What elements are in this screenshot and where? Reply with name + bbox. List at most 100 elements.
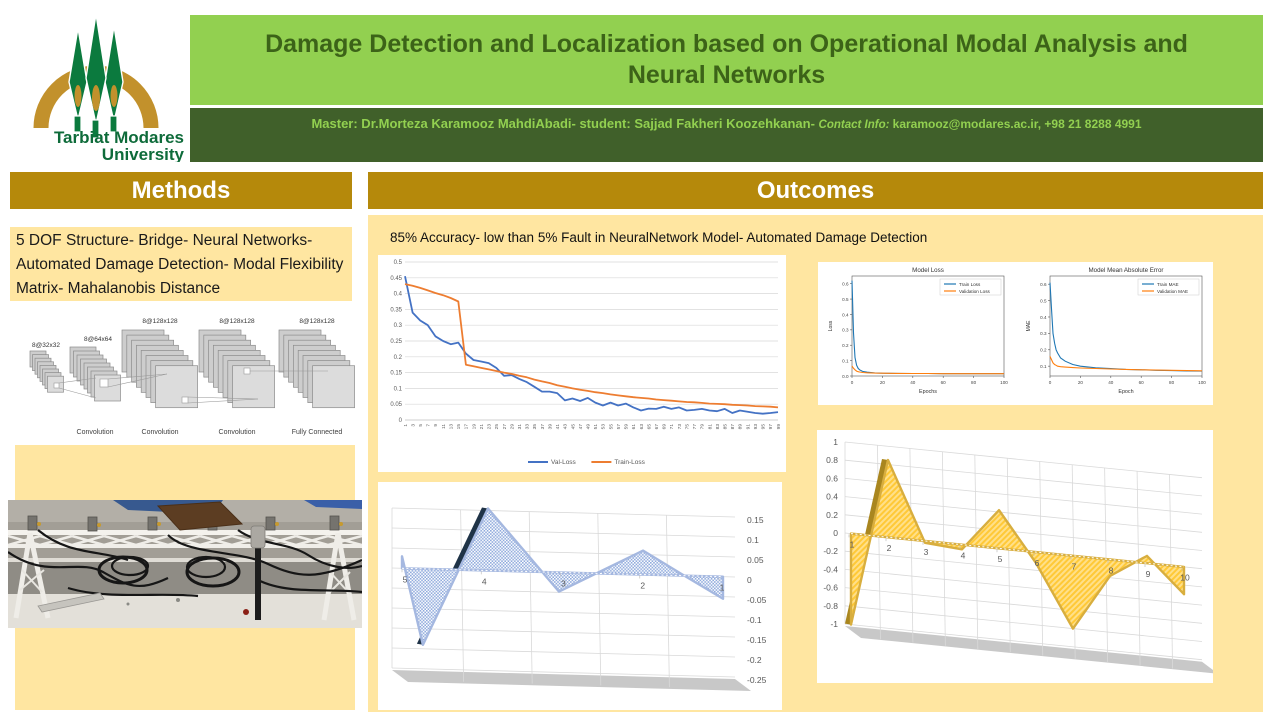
svg-text:0.2: 0.2 [826,510,838,520]
damage-area-chart-gold: 10.80.60.40.20-0.2-0.4-0.6-0.8-112345678… [817,430,1213,683]
svg-text:0.1: 0.1 [842,358,849,363]
svg-text:5: 5 [418,424,424,427]
svg-text:-0.2: -0.2 [823,546,838,556]
svg-text:Validation MAE: Validation MAE [1157,289,1188,294]
svg-text:65: 65 [646,424,652,430]
svg-text:MAE: MAE [1026,320,1032,332]
svg-text:9: 9 [433,424,439,427]
svg-text:43: 43 [563,424,569,430]
svg-text:95: 95 [761,424,767,430]
svg-text:8@64x64: 8@64x64 [84,336,112,343]
logo-text-line2: University [102,145,185,162]
svg-text:81: 81 [707,424,713,430]
svg-text:6: 6 [1035,558,1040,568]
svg-text:60: 60 [1139,380,1145,385]
svg-text:0.05: 0.05 [390,402,402,408]
svg-text:51: 51 [593,424,599,430]
svg-text:0.0: 0.0 [842,374,849,379]
svg-text:0.2: 0.2 [394,355,403,361]
svg-text:60: 60 [941,380,947,385]
svg-text:19: 19 [471,424,477,430]
svg-text:97: 97 [768,424,774,430]
svg-text:Model Mean Absolute Error: Model Mean Absolute Error [1089,267,1164,274]
svg-text:17: 17 [464,424,470,430]
svg-text:0.05: 0.05 [747,555,764,565]
svg-text:13: 13 [448,424,454,430]
svg-text:0: 0 [1049,380,1052,385]
svg-text:61: 61 [631,424,637,430]
svg-text:10: 10 [1180,573,1190,583]
svg-text:0.4: 0.4 [826,492,838,502]
svg-text:-0.8: -0.8 [823,601,838,611]
svg-text:39: 39 [547,424,553,430]
loss-history-chart: 00.050.10.150.20.250.30.350.40.450.51357… [378,255,786,472]
poster-page: Tarbiat Modares University Damage Detect… [0,0,1280,720]
damage-area-chart-blue: 0.150.10.050-0.05-0.1-0.15-0.2-0.2554321 [378,482,782,710]
svg-text:89: 89 [738,424,744,430]
svg-text:5: 5 [998,554,1003,564]
svg-text:8@32x32: 8@32x32 [32,342,60,349]
svg-text:7: 7 [1072,562,1077,572]
svg-text:1: 1 [403,424,409,427]
svg-text:0.35: 0.35 [390,307,402,313]
svg-text:Train MAE: Train MAE [1157,282,1179,287]
svg-text:69: 69 [662,424,668,430]
svg-text:100: 100 [1198,380,1206,385]
svg-text:0.4: 0.4 [1040,315,1047,320]
svg-text:0.2: 0.2 [1040,348,1047,353]
svg-text:59: 59 [624,424,630,430]
cnn-layer-stacks [30,330,355,408]
svg-text:Convolution: Convolution [219,429,256,436]
contact-info-label: Contact Info: [819,119,893,131]
svg-text:0.15: 0.15 [390,371,402,377]
authors-text: Master: Dr.Morteza Karamooz MahdiAbadi- … [311,116,818,131]
svg-text:20: 20 [880,380,886,385]
svg-text:3: 3 [410,424,416,427]
svg-text:0: 0 [833,528,838,538]
svg-text:0.45: 0.45 [390,276,402,282]
svg-text:0.6: 0.6 [826,473,838,483]
svg-text:67: 67 [654,424,660,430]
svg-text:Val-Loss: Val-Loss [551,459,577,466]
svg-text:55: 55 [608,424,614,430]
university-logo: Tarbiat Modares University [18,10,188,162]
poster-title: Damage Detection and Localization based … [190,29,1263,92]
logo-cypress-trees [69,14,123,138]
svg-text:11: 11 [441,424,447,429]
svg-text:3: 3 [924,547,929,557]
svg-text:Convolution: Convolution [142,429,179,436]
svg-text:0.1: 0.1 [1040,364,1047,369]
svg-text:2: 2 [640,580,645,590]
svg-text:0.5: 0.5 [394,260,403,266]
svg-text:77: 77 [692,424,698,430]
svg-text:15: 15 [456,424,462,430]
cnn-layer-captions: Convolution Convolution Convolution Full… [77,429,343,436]
svg-text:8@128x128: 8@128x128 [219,318,255,325]
svg-text:83: 83 [715,424,721,430]
svg-text:87: 87 [730,424,736,430]
svg-text:Fully Connected: Fully Connected [292,429,343,436]
svg-text:80: 80 [1169,380,1175,385]
svg-text:0.6: 0.6 [842,281,849,286]
svg-text:8@128x128: 8@128x128 [299,318,335,325]
svg-text:20: 20 [1078,380,1084,385]
svg-text:-0.2: -0.2 [747,655,762,665]
svg-text:0.4: 0.4 [842,312,849,317]
svg-text:Train Loss: Train Loss [959,282,981,287]
svg-text:Train-Loss: Train-Loss [614,459,645,466]
svg-text:7: 7 [426,424,432,427]
svg-text:8: 8 [1109,565,1114,575]
svg-text:57: 57 [616,424,622,430]
authors-bar: Master: Dr.Morteza Karamooz MahdiAbadi- … [190,108,1263,162]
svg-text:0.3: 0.3 [842,328,849,333]
svg-text:25: 25 [494,424,500,430]
svg-text:4: 4 [961,551,966,561]
svg-text:85: 85 [723,424,729,430]
svg-text:23: 23 [487,424,493,430]
svg-text:0.5: 0.5 [1040,298,1047,303]
outcomes-summary: 85% Accuracy- low than 5% Fault in Neura… [390,230,1250,245]
svg-text:40: 40 [910,380,916,385]
svg-text:0.5: 0.5 [842,297,849,302]
svg-text:21: 21 [479,424,485,430]
svg-text:5: 5 [403,574,408,584]
